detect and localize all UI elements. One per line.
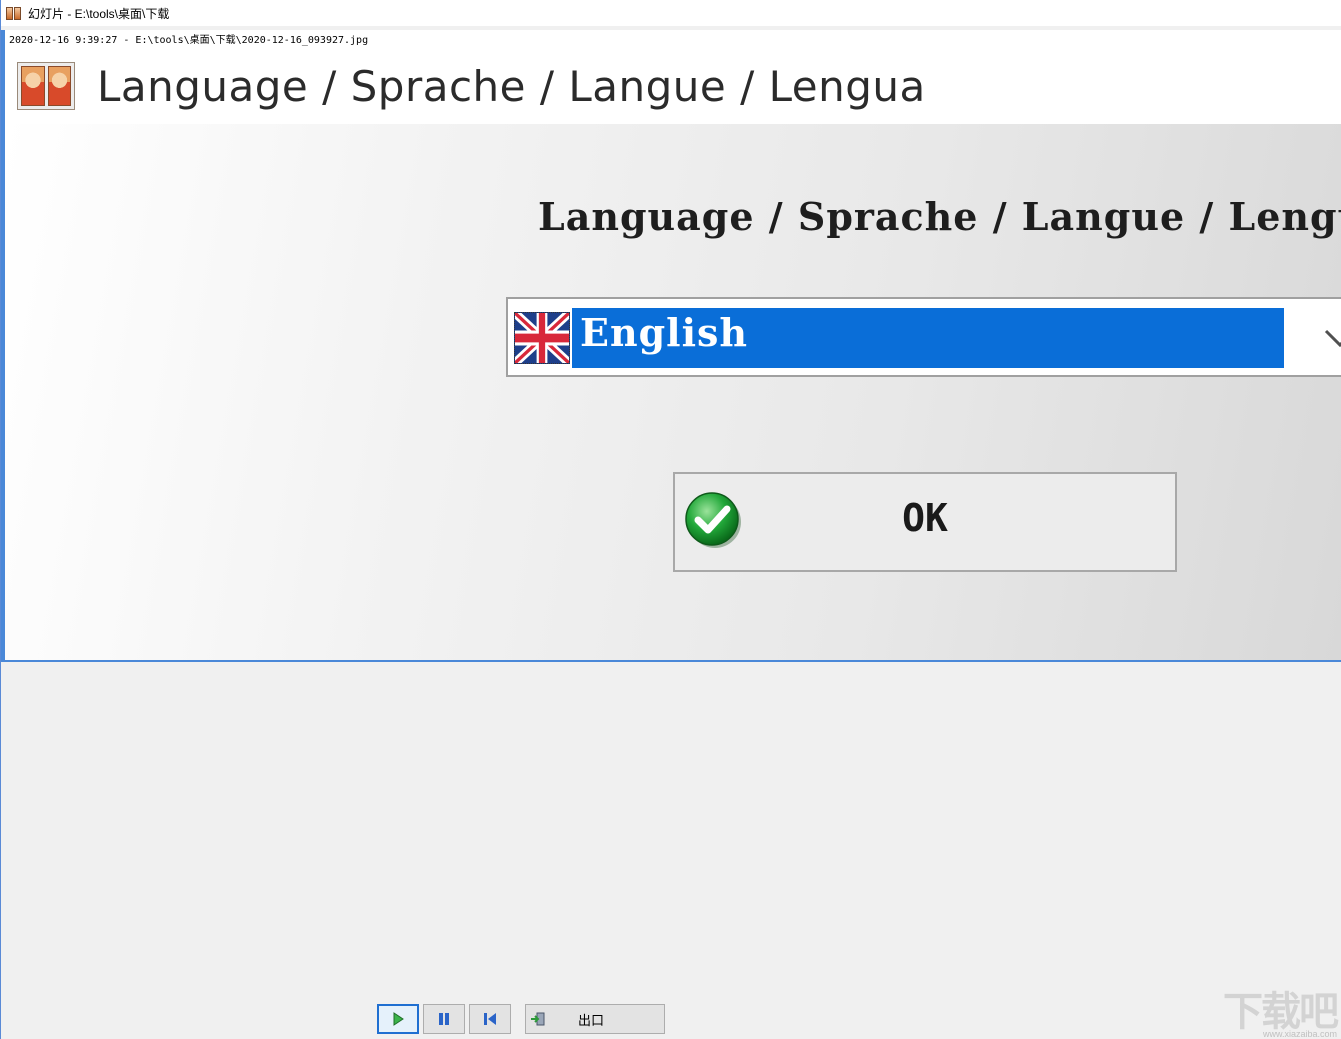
slide-caption: 2020-12-16 9:39:27 - E:\tools\桌面\下载\2020… <box>9 35 369 46</box>
exit-button[interactable]: 出口 <box>525 1004 665 1034</box>
language-select-value[interactable]: English <box>514 307 1284 369</box>
play-button[interactable] <box>377 1004 419 1034</box>
language-prompt: Language / Sprache / Langue / Lengua <box>538 194 1341 239</box>
pause-button[interactable] <box>423 1004 465 1034</box>
skip-back-icon <box>484 1013 496 1025</box>
language-select[interactable]: English <box>506 297 1341 377</box>
exit-icon <box>531 1012 545 1026</box>
play-icon <box>393 1012 404 1026</box>
language-select-label: English <box>572 308 1284 368</box>
watermark-url: www.xiazaiba.com <box>1262 1029 1337 1039</box>
dialog-heading: Language / Sprache / Langue / Lengua <box>97 61 926 111</box>
pause-icon <box>439 1013 449 1025</box>
people-icon <box>17 62 75 110</box>
slideshow-toolbar: 出口 <box>377 1002 665 1036</box>
previous-button[interactable] <box>469 1004 511 1034</box>
slideshow-window: 幻灯片 - E:\tools\桌面\下载 2020-12-16 9:39:27 … <box>0 0 1341 1039</box>
app-icon <box>6 6 22 20</box>
title-bar: 幻灯片 - E:\tools\桌面\下载 <box>1 0 1341 26</box>
dialog-body: Language / Sprache / Langue / Lengua Eng… <box>5 124 1341 660</box>
ok-button[interactable]: OK <box>673 472 1177 572</box>
chevron-down-icon[interactable] <box>1320 323 1341 353</box>
slide-image: 2020-12-16 9:39:27 - E:\tools\桌面\下载\2020… <box>1 30 1341 662</box>
dialog-header: Language / Sprache / Langue / Lengua <box>17 46 926 126</box>
exit-button-label: 出口 <box>578 1012 605 1028</box>
window-title: 幻灯片 - E:\tools\桌面\下载 <box>28 6 170 21</box>
ok-button-label: OK <box>902 496 948 540</box>
uk-flag-icon <box>514 312 570 364</box>
